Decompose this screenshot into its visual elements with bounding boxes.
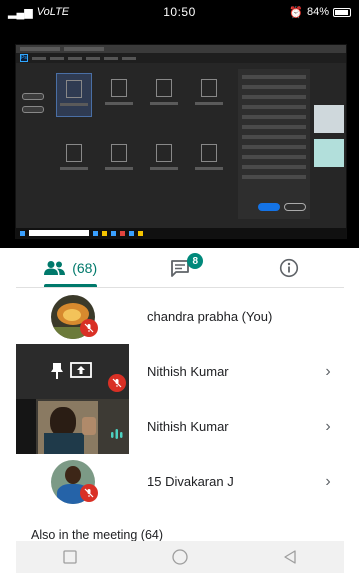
clock: 10:50 bbox=[163, 5, 196, 19]
participant-name: Nithish Kumar bbox=[147, 364, 229, 379]
participant-tile bbox=[16, 289, 129, 344]
participant-row[interactable]: Nithish Kumar › bbox=[16, 344, 344, 399]
signal-icon: ▂▄▆ bbox=[8, 6, 33, 19]
participant-name: 15 Divakaran J bbox=[147, 474, 234, 489]
system-navigation-bar bbox=[16, 541, 344, 573]
mic-off-icon bbox=[80, 319, 98, 337]
people-count: (68) bbox=[72, 259, 98, 276]
meeting-tabs: (68) 8 bbox=[16, 248, 344, 288]
participant-video-tile bbox=[16, 399, 129, 454]
participant-list: chandra prabha (You) Nithish Kumar › Nit… bbox=[16, 289, 344, 509]
tab-chat[interactable]: 8 bbox=[125, 248, 234, 287]
chevron-right-icon[interactable]: › bbox=[318, 473, 338, 491]
presented-desktop: Ps bbox=[15, 44, 347, 239]
recents-icon[interactable] bbox=[62, 549, 78, 565]
participant-row[interactable]: 15 Divakaran J › bbox=[16, 454, 344, 509]
home-icon[interactable] bbox=[171, 548, 189, 566]
info-icon bbox=[280, 258, 299, 277]
back-icon[interactable] bbox=[282, 549, 298, 565]
shared-screen[interactable]: Ps bbox=[0, 24, 359, 248]
participant-tile bbox=[16, 344, 129, 399]
mic-off-icon bbox=[80, 484, 98, 502]
chat-badge: 8 bbox=[187, 253, 204, 269]
people-icon bbox=[44, 260, 66, 275]
tab-info[interactable] bbox=[235, 248, 344, 287]
carrier-label: VoLTE bbox=[36, 6, 70, 18]
audio-level-icon bbox=[111, 429, 123, 439]
participant-tile bbox=[16, 454, 129, 509]
also-in-meeting-header: Also in the meeting (64) bbox=[31, 528, 164, 542]
participant-row[interactable]: Nithish Kumar › bbox=[16, 399, 344, 454]
chevron-right-icon[interactable]: › bbox=[318, 363, 338, 381]
participant-row[interactable]: chandra prabha (You) bbox=[16, 289, 344, 344]
status-bar: ▂▄▆ VoLTE 10:50 ⏰ 84% bbox=[0, 0, 359, 24]
battery-percent: 84% bbox=[306, 6, 329, 18]
mic-off-icon bbox=[108, 374, 126, 392]
participant-name: Nithish Kumar bbox=[147, 419, 229, 434]
participant-name: chandra prabha (You) bbox=[147, 309, 273, 324]
presenting-icon bbox=[70, 362, 92, 378]
pin-icon bbox=[51, 363, 63, 379]
alarm-icon: ⏰ bbox=[289, 6, 303, 19]
battery-icon bbox=[333, 7, 351, 17]
preset-grid bbox=[56, 73, 236, 193]
photoshop-logo-icon: Ps bbox=[20, 54, 28, 62]
chevron-right-icon[interactable]: › bbox=[318, 418, 338, 436]
tab-people[interactable]: (68) bbox=[16, 248, 125, 287]
